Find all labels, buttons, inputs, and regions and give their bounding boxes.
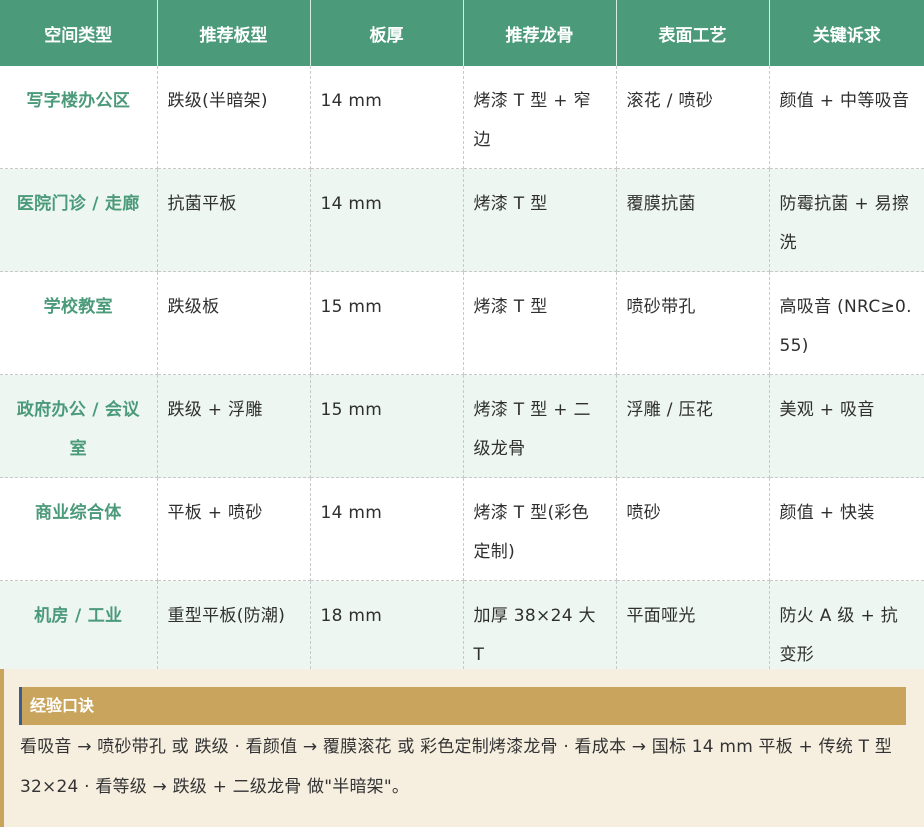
cell-thickness: 14 mm xyxy=(310,66,464,169)
cell-board-type: 跌级(半暗架) xyxy=(157,66,311,169)
cell-space-type: 医院门诊 / 走廊 xyxy=(0,168,158,272)
cell-requirement: 颜值 + 中等吸音 xyxy=(769,66,924,169)
cell-board-type: 跌级 + 浮雕 xyxy=(157,374,311,478)
table-row: 医院门诊 / 走廊 抗菌平板 14 mm 烤漆 T 型 覆膜抗菌 防霉抗菌 + … xyxy=(0,168,924,272)
cell-thickness: 14 mm xyxy=(310,477,464,581)
cell-keel: 烤漆 T 型 xyxy=(463,271,617,375)
cell-board-type: 抗菌平板 xyxy=(157,168,311,272)
cell-space-type: 写字楼办公区 xyxy=(0,66,158,169)
cell-space-type: 学校教室 xyxy=(0,271,158,375)
cell-board-type: 平板 + 喷砂 xyxy=(157,477,311,581)
header-thickness: 板厚 xyxy=(310,0,464,66)
header-requirement: 关键诉求 xyxy=(769,0,924,66)
cell-surface: 喷砂 xyxy=(616,477,770,581)
cell-surface: 浮雕 / 压花 xyxy=(616,374,770,478)
header-board-type: 推荐板型 xyxy=(157,0,311,66)
tip-text: 看吸音 → 喷砂带孔 或 跌级 · 看颜值 → 覆膜滚花 或 彩色定制烤漆龙骨 … xyxy=(20,737,892,797)
header-surface: 表面工艺 xyxy=(616,0,770,66)
table-header-row: 空间类型 推荐板型 板厚 推荐龙骨 表面工艺 关键诉求 xyxy=(0,0,924,66)
cell-requirement: 美观 + 吸音 xyxy=(769,374,924,478)
cell-board-type: 跌级板 xyxy=(157,271,311,375)
cell-space-type: 商业综合体 xyxy=(0,477,158,581)
cell-keel: 烤漆 T 型 + 窄边 xyxy=(463,66,617,169)
cell-requirement: 高吸音 (NRC≥0.55) xyxy=(769,271,924,375)
cell-surface: 滚花 / 喷砂 xyxy=(616,66,770,169)
cell-surface: 覆膜抗菌 xyxy=(616,168,770,272)
ceiling-recommendation-table: 空间类型 推荐板型 板厚 推荐龙骨 表面工艺 关键诉求 写字楼办公区 跌级(半暗… xyxy=(0,0,924,684)
table-row: 写字楼办公区 跌级(半暗架) 14 mm 烤漆 T 型 + 窄边 滚花 / 喷砂… xyxy=(0,66,924,169)
table-row: 政府办公 / 会议室 跌级 + 浮雕 15 mm 烤漆 T 型 + 二级龙骨 浮… xyxy=(0,374,924,478)
cell-keel: 烤漆 T 型 xyxy=(463,168,617,272)
tip-box: 经验口诀 看吸音 → 喷砂带孔 或 跌级 · 看颜值 → 覆膜滚花 或 彩色定制… xyxy=(0,669,924,827)
cell-requirement: 防霉抗菌 + 易擦洗 xyxy=(769,168,924,272)
cell-space-type: 政府办公 / 会议室 xyxy=(0,374,158,478)
cell-surface: 喷砂带孔 xyxy=(616,271,770,375)
cell-thickness: 15 mm xyxy=(310,271,464,375)
header-keel: 推荐龙骨 xyxy=(463,0,617,66)
header-space-type: 空间类型 xyxy=(0,0,158,66)
cell-thickness: 14 mm xyxy=(310,168,464,272)
table-row: 学校教室 跌级板 15 mm 烤漆 T 型 喷砂带孔 高吸音 (NRC≥0.55… xyxy=(0,271,924,375)
tip-title: 经验口诀 xyxy=(19,687,906,725)
cell-keel: 烤漆 T 型 + 二级龙骨 xyxy=(463,374,617,478)
cell-thickness: 15 mm xyxy=(310,374,464,478)
cell-requirement: 颜值 + 快装 xyxy=(769,477,924,581)
table-row: 商业综合体 平板 + 喷砂 14 mm 烤漆 T 型(彩色定制) 喷砂 颜值 +… xyxy=(0,477,924,581)
cell-keel: 烤漆 T 型(彩色定制) xyxy=(463,477,617,581)
